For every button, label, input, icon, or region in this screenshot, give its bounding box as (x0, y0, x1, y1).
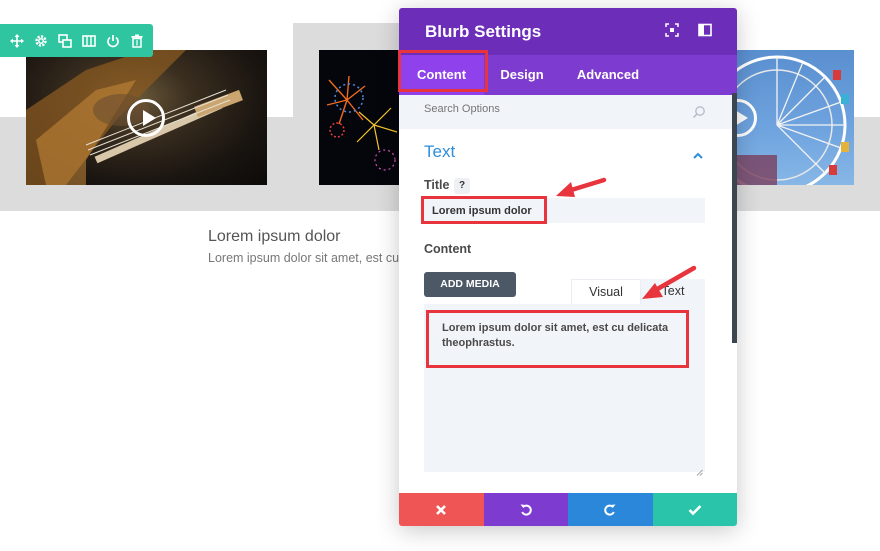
trash-icon[interactable] (129, 33, 145, 49)
gear-icon[interactable] (33, 33, 49, 49)
undo-icon (520, 504, 532, 516)
highlight-title-input (421, 196, 547, 224)
video-thumbnail-guitar[interactable] (26, 50, 267, 185)
fullscreen-icon[interactable] (665, 23, 681, 39)
redo-icon (604, 504, 616, 516)
editor-tab-text[interactable]: Text (641, 279, 705, 304)
search-icon[interactable] (692, 105, 706, 119)
content-field-label: Content (424, 242, 472, 256)
move-icon[interactable] (9, 33, 25, 49)
check-icon (688, 504, 702, 515)
chevron-up-icon[interactable] (692, 148, 704, 159)
duplicate-icon[interactable] (57, 33, 73, 49)
search-options-input[interactable] (424, 103, 684, 115)
play-icon[interactable] (127, 99, 165, 137)
video-thumbnail-fireworks[interactable] (319, 50, 401, 185)
section-title-text[interactable]: Text (424, 142, 455, 162)
help-icon[interactable]: ? (454, 178, 470, 194)
modal-title: Blurb Settings (425, 22, 542, 41)
sidebar-layout-icon[interactable] (698, 23, 714, 39)
close-icon (436, 504, 447, 515)
resize-grip-icon[interactable] (696, 463, 703, 476)
editor-tab-visual[interactable]: Visual (571, 279, 641, 304)
cancel-button[interactable] (399, 493, 484, 526)
power-icon[interactable] (105, 33, 121, 49)
fireworks-image (326, 75, 398, 171)
highlight-content-text (426, 310, 689, 368)
redo-button[interactable] (568, 493, 653, 526)
blurb-body: Lorem ipsum dolor sit amet, est cu (208, 251, 400, 265)
title-field-label: Title (424, 178, 450, 192)
blurb-title: Lorem ipsum dolor (208, 228, 341, 245)
tab-design[interactable]: Design (491, 55, 553, 95)
modal-scrollbar[interactable] (732, 93, 737, 343)
tab-advanced[interactable]: Advanced (569, 55, 647, 95)
highlight-content-tab (398, 50, 488, 92)
builder-canvas: Lorem ipsum dolor Lorem ipsum dolor sit … (0, 0, 880, 551)
add-media-button[interactable]: ADD MEDIA (424, 272, 516, 297)
modal-footer (399, 493, 737, 526)
columns-icon[interactable] (81, 33, 97, 49)
video-thumbnail-ferris-wheel[interactable] (737, 50, 854, 185)
save-button[interactable] (652, 493, 737, 526)
search-options-bar (399, 95, 737, 129)
modal-header[interactable]: Blurb Settings (399, 8, 737, 55)
undo-button[interactable] (483, 493, 568, 526)
module-toolbar (0, 24, 153, 57)
